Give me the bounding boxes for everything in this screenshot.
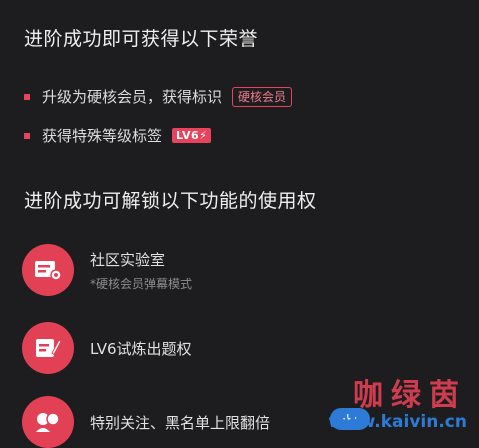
quiz-icon (22, 322, 74, 374)
feature-title: 社区实验室 (90, 250, 166, 269)
lv6-badge: LV6⚡ (172, 128, 212, 143)
honor-item-level-tag: 获得特殊等级标签 LV6⚡ (24, 125, 212, 146)
watermark: 咖绿茵 www.kaivin.cn (328, 370, 467, 432)
feature-subtitle: *硬核会员弹幕模式 (90, 276, 193, 291)
hardcore-member-tag: 硬核会员 (232, 86, 293, 107)
feature-title: 特别关注、黑名单上限翻倍 (90, 413, 271, 432)
lab-icon (22, 244, 74, 296)
feature-title: LV6试炼出题权 (90, 339, 192, 358)
honor-item-hardcore: 升级为硬核会员，获得标识 硬核会员 (24, 86, 293, 107)
section-title-features: 进阶成功可解锁以下功能的使用权 (24, 190, 317, 212)
feature-lv6-quiz[interactable]: LV6试炼出题权 (22, 322, 192, 374)
bullet-icon (24, 93, 30, 100)
honor-text: 获得特殊等级标签 (42, 127, 163, 145)
feature-follow-blacklist[interactable]: 特别关注、黑名单上限翻倍 (22, 396, 270, 448)
feature-community-lab[interactable]: 社区实验室 *硬核会员弹幕模式 (22, 244, 192, 296)
follow-icon (22, 396, 74, 448)
section-title-honors: 进阶成功即可获得以下荣誉 (24, 28, 259, 50)
watermark-url: www.kaivin.cn (328, 412, 467, 432)
bullet-icon (24, 132, 30, 139)
watermark-name: 咖绿茵 (353, 378, 467, 413)
honor-text: 升级为硬核会员，获得标识 (42, 88, 223, 106)
